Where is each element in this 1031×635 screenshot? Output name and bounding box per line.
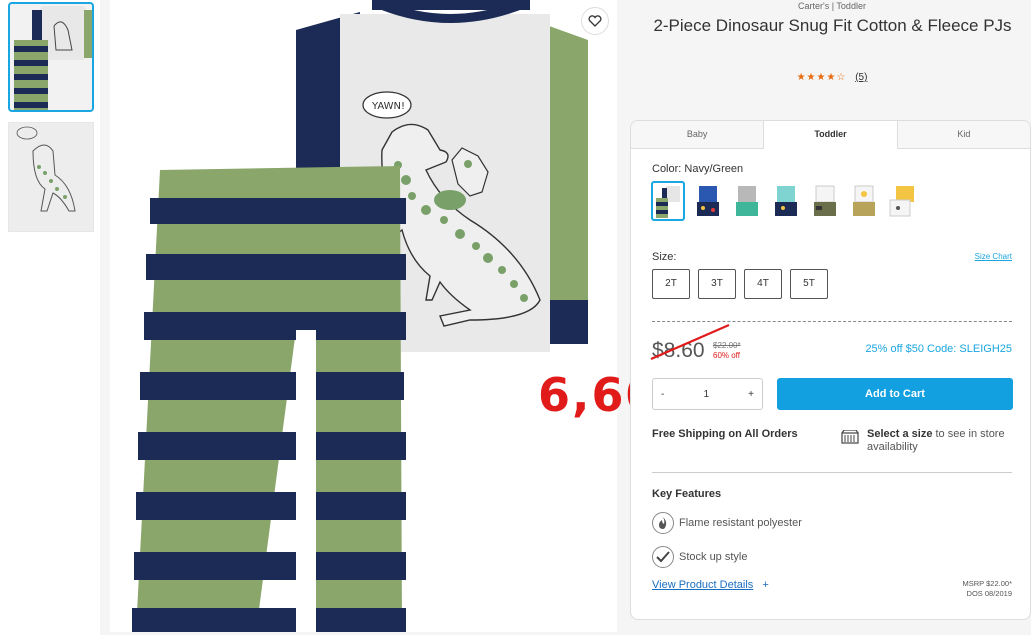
color-swatches xyxy=(651,181,919,221)
size-4t-button[interactable]: 4T xyxy=(744,269,782,299)
feature-flame-label: Flame resistant polyester xyxy=(679,517,802,529)
size-chart-link[interactable]: Size Chart xyxy=(975,252,1012,261)
color-value: Navy/Green xyxy=(684,163,744,175)
quantity-value[interactable]: 1 xyxy=(703,389,709,400)
store-availability-bold: Select a size xyxy=(867,428,933,440)
size-label: Size: xyxy=(652,251,677,263)
product-title: 2-Piece Dinosaur Snug Fit Cotton & Fleec… xyxy=(653,16,1012,35)
blue-swatch-icon xyxy=(697,186,719,216)
store-icon xyxy=(841,430,859,444)
quantity-decrease-button[interactable]: - xyxy=(661,389,664,400)
size-5t-button[interactable]: 5T xyxy=(790,269,828,299)
checkmark-icon xyxy=(652,546,674,568)
white-camo-swatch-icon xyxy=(814,185,836,216)
msrp-price: MSRP $22.00* xyxy=(962,579,1012,588)
original-price: $22.00* xyxy=(713,341,741,350)
view-product-details-label: View Product Details xyxy=(652,579,754,591)
size-range-tabs: Baby Toddler Kid xyxy=(631,121,1030,149)
swatch-blue[interactable] xyxy=(690,181,724,221)
feature-stock-label: Stock up style xyxy=(679,551,748,563)
product-main-image[interactable]: YAWN! xyxy=(110,0,617,632)
yellow-white-swatch-icon xyxy=(889,186,914,217)
pajama-set-thumbnail-image xyxy=(14,6,92,110)
expand-plus-icon: + xyxy=(762,579,769,591)
add-to-cart-button[interactable]: Add to Cart xyxy=(777,378,1013,410)
rating-stars-icon: ★★★★☆ xyxy=(796,72,847,83)
promo-code: 25% off $50 Code: SLEIGH25 xyxy=(865,343,1012,355)
features-divider xyxy=(652,472,1012,473)
msrp-info: MSRP $22.00* DOS 08/2019 xyxy=(963,579,1012,599)
product-rating: ★★★★☆ (5) xyxy=(632,72,1031,83)
purchase-panel: Baby Toddler Kid Color: Navy/Green Size:… xyxy=(630,120,1031,620)
favorite-button[interactable] xyxy=(581,7,609,35)
swatch-khaki[interactable] xyxy=(846,181,880,221)
store-availability: Select a size to see in store availabili… xyxy=(867,428,1017,454)
swatch-aqua-navy[interactable] xyxy=(768,181,802,221)
size-3t-button[interactable]: 3T xyxy=(698,269,736,299)
navy-green-swatch-icon xyxy=(656,186,680,218)
swatch-grey-teal[interactable] xyxy=(729,181,763,221)
svg-text:YAWN!: YAWN! xyxy=(371,101,405,112)
tab-baby[interactable]: Baby xyxy=(631,121,765,149)
price-divider xyxy=(652,321,1012,322)
swatch-yellow-white[interactable] xyxy=(885,181,919,221)
thumbnail-graphic[interactable] xyxy=(8,122,94,232)
key-features-title: Key Features xyxy=(652,488,722,500)
color-label: Color: xyxy=(652,163,682,175)
color-selection: Color: Navy/Green xyxy=(652,163,743,175)
free-shipping-text: Free Shipping on All Orders xyxy=(652,428,798,440)
view-product-details-link[interactable]: View Product Details + xyxy=(652,579,769,591)
aqua-navy-swatch-icon xyxy=(775,186,797,216)
dinosaur-graphic-thumbnail-image xyxy=(9,123,93,231)
tab-kid[interactable]: Kid xyxy=(897,121,1030,149)
grey-teal-swatch-icon xyxy=(736,186,758,216)
flame-icon xyxy=(652,512,674,534)
tab-toddler[interactable]: Toddler xyxy=(764,121,898,149)
khaki-swatch-icon xyxy=(853,185,875,216)
feature-flame-resistant: Flame resistant polyester xyxy=(652,512,802,534)
swatch-navy-green[interactable] xyxy=(651,181,685,221)
heart-icon xyxy=(588,15,602,27)
discount-percent: 60% off xyxy=(713,351,740,360)
size-options: 2T 3T 4T 5T xyxy=(652,269,828,299)
size-2t-button[interactable]: 2T xyxy=(652,269,690,299)
review-count-link[interactable]: (5) xyxy=(855,72,867,83)
quantity-stepper: - 1 + xyxy=(652,378,763,410)
quantity-increase-button[interactable]: + xyxy=(748,389,754,400)
brand-breadcrumb[interactable]: Carter's | Toddler xyxy=(632,1,1031,11)
thumbnail-rail xyxy=(0,0,100,635)
dos-date: DOS 08/2019 xyxy=(966,589,1012,598)
pajama-set-image: YAWN! xyxy=(110,0,617,632)
swatch-white-camo[interactable] xyxy=(807,181,841,221)
thumbnail-outfit[interactable] xyxy=(8,2,94,112)
feature-stock-up: Stock up style xyxy=(652,546,747,568)
